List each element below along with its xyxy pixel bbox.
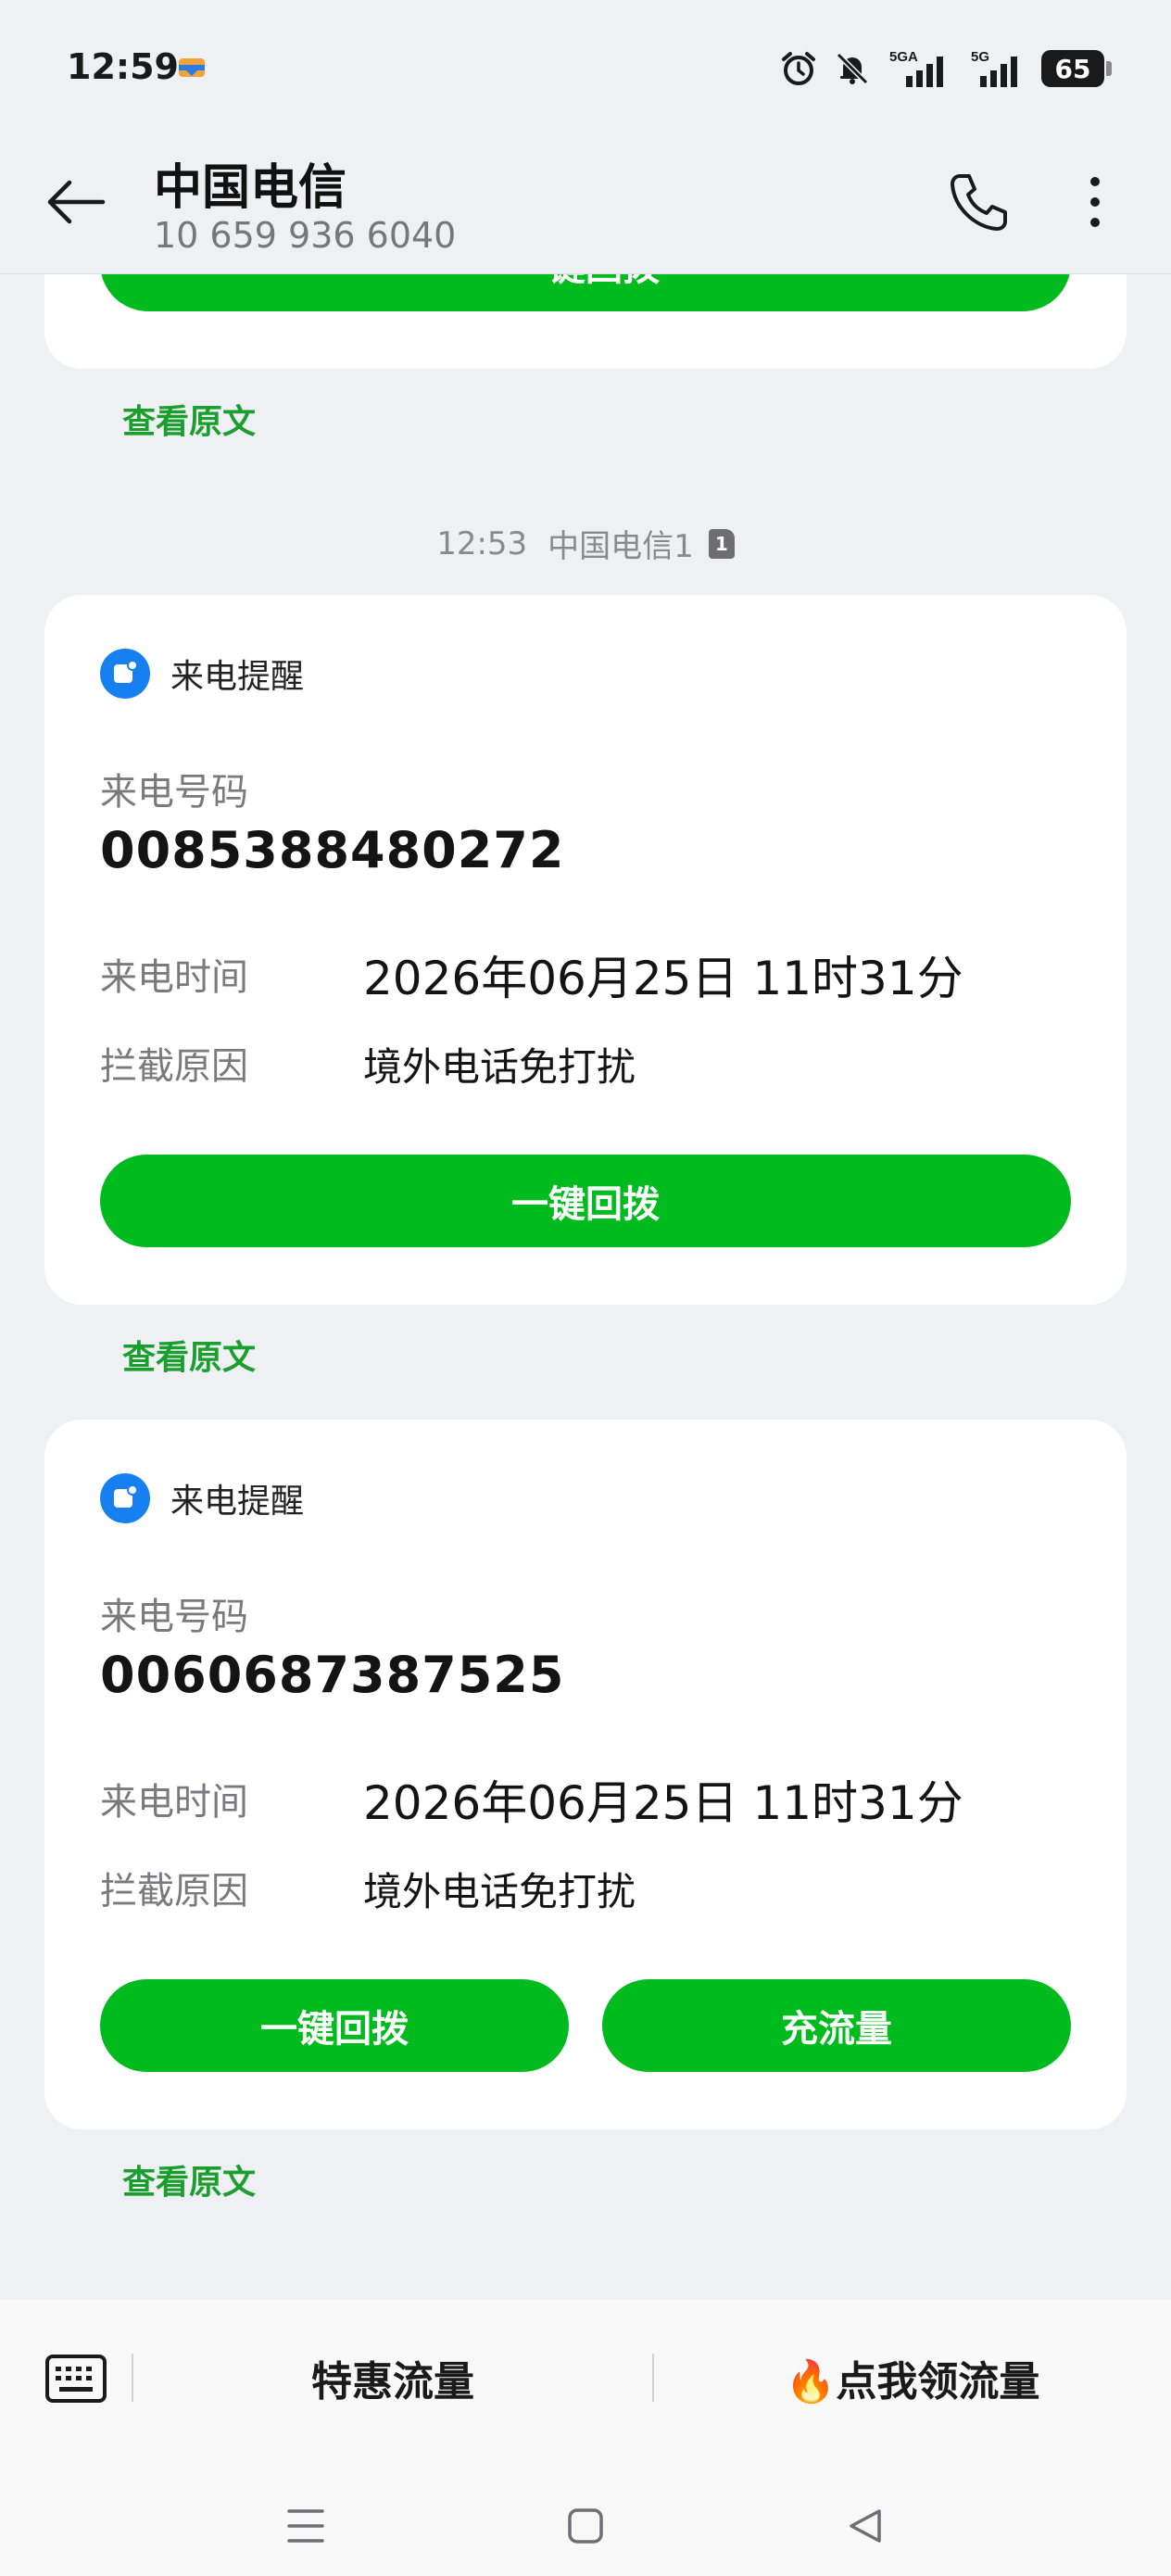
keyboard-icon: [45, 2355, 107, 2403]
muted-bell-icon: [836, 52, 869, 85]
block-reason-value: 境外电话免打扰: [363, 1869, 636, 1914]
call-time-label: 来电时间: [100, 956, 248, 999]
view-original-link[interactable]: 查看原文: [122, 395, 256, 443]
status-icons: 5GA 5G 65: [780, 48, 1112, 89]
keyboard-toggle-button[interactable]: [44, 2354, 109, 2406]
svg-text:5GA: 5GA: [889, 49, 918, 65]
sim-card-icon: 1: [708, 528, 735, 559]
message-card: 来电提醒 来电号码 0060687387525 来电时间 2026年06月25日…: [44, 1420, 1127, 2129]
more-options-button[interactable]: [1058, 165, 1132, 239]
back-nav-button[interactable]: [837, 2498, 893, 2554]
phone-icon: [951, 174, 1007, 231]
app-header: 中国电信 10 659 936 6040: [0, 139, 1171, 274]
call-reminder-icon: [100, 649, 150, 699]
caller-number-label: 来电号码: [100, 1596, 248, 1638]
home-square-icon: [568, 2508, 603, 2544]
bottom-menu-bar: 特惠流量 🔥点我领流量: [0, 2300, 1171, 2457]
call-reminder-icon: [100, 1473, 150, 1523]
recharge-data-button[interactable]: 充流量: [602, 1979, 1071, 2072]
contact-number: 10 659 936 6040: [154, 215, 457, 256]
card-header: 来电提醒: [100, 1473, 304, 1523]
status-bar: 12:59 5GA 5G 65: [0, 0, 1171, 139]
contact-name: 中国电信: [154, 160, 347, 216]
battery-icon: 65: [1041, 50, 1112, 87]
call-button[interactable]: [941, 165, 1015, 239]
status-time: 12:59: [67, 46, 179, 87]
system-nav-bar: [0, 2457, 1171, 2576]
caller-number: 0085388480272: [100, 821, 565, 879]
call-time-value: 2026年06月25日 11时31分: [363, 952, 963, 1005]
view-original-link[interactable]: 查看原文: [122, 1331, 256, 1379]
svg-text:5G: 5G: [971, 49, 989, 65]
callback-button[interactable]: 一键回拨: [100, 1155, 1071, 1247]
card-header-label: 来电提醒: [170, 1483, 305, 1521]
recents-button[interactable]: [278, 2498, 334, 2554]
block-reason-label: 拦截原因: [100, 1045, 248, 1088]
view-original-link[interactable]: 查看原文: [122, 2155, 256, 2203]
battery-level: 65: [1054, 53, 1091, 84]
timestamp-sender: 中国电信1: [548, 528, 694, 565]
call-time-value: 2026年06月25日 11时31分: [363, 1776, 963, 1830]
app-notification-icon: [179, 58, 205, 77]
caller-number: 0060687387525: [100, 1646, 565, 1704]
message-card: 来电提醒 来电号码 0085388480272 来电时间 2026年06月25日…: [44, 595, 1127, 1305]
signal-5ga-icon: 5GA: [889, 49, 943, 87]
caller-number-label: 来电号码: [100, 771, 248, 814]
back-triangle-icon: [850, 2509, 881, 2543]
card-header: 来电提醒: [100, 649, 304, 699]
signal-5g-icon: 5G: [971, 49, 1017, 87]
timestamp-time: 12:53: [436, 524, 528, 562]
more-vertical-icon: [1090, 177, 1100, 227]
block-reason-value: 境外电话免打扰: [363, 1044, 636, 1090]
back-arrow-icon: [47, 180, 106, 224]
menu-lines-icon: [287, 2509, 324, 2543]
call-time-label: 来电时间: [100, 1781, 248, 1824]
back-button[interactable]: [41, 167, 111, 237]
discount-data-menu[interactable]: 特惠流量: [133, 2342, 652, 2413]
callback-button[interactable]: 一键回拨: [100, 1979, 569, 2072]
card-header-label: 来电提醒: [170, 658, 305, 696]
claim-data-menu[interactable]: 🔥点我领流量: [654, 2342, 1171, 2413]
block-reason-label: 拦截原因: [100, 1870, 248, 1913]
message-timestamp: 12:53 中国电信1 1: [0, 521, 1171, 566]
home-button[interactable]: [558, 2498, 613, 2554]
alarm-icon: [782, 52, 815, 85]
